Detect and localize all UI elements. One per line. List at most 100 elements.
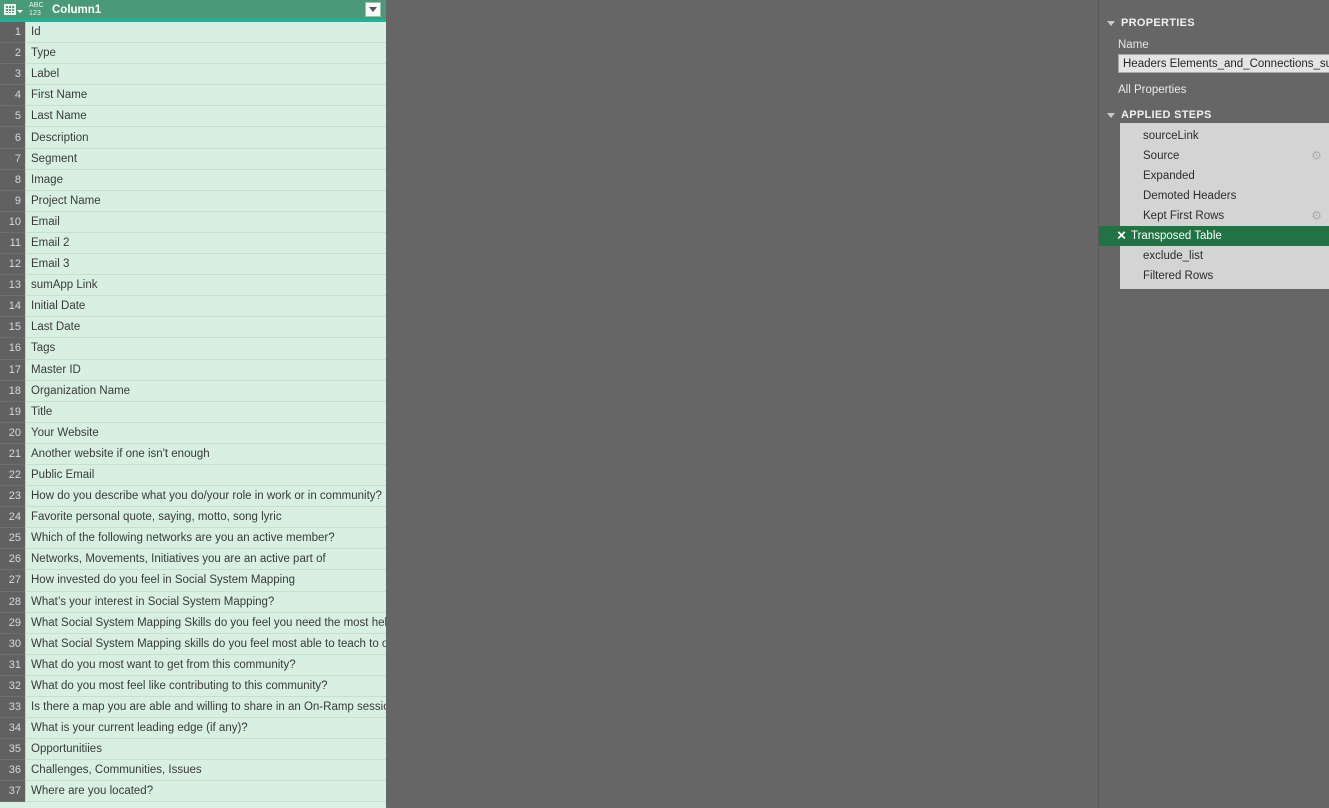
table-row[interactable]: 17 Master ID: [0, 359, 386, 381]
table-row[interactable]: 31 What do you most want to get from this…: [0, 654, 386, 676]
row-number[interactable]: 31: [0, 654, 25, 676]
row-number[interactable]: 28: [0, 591, 25, 613]
table-row[interactable]: 9 Project Name: [0, 190, 386, 212]
table-row[interactable]: 29 What Social System Mapping Skills do y…: [0, 612, 386, 634]
grid-cell[interactable]: How invested do you feel in Social Syste…: [25, 570, 386, 592]
table-row[interactable]: 24 Favorite personal quote, saying, motto…: [0, 507, 386, 529]
table-row[interactable]: 34 What is your current leading edge (if …: [0, 718, 386, 740]
row-number[interactable]: 33: [0, 697, 25, 719]
table-row[interactable]: 36 Challenges, Communities, Issues: [0, 760, 386, 782]
grid-cell[interactable]: Where are you located?: [25, 781, 386, 803]
table-row[interactable]: 14 Initial Date: [0, 296, 386, 318]
grid-cell[interactable]: What do you most feel like contributing …: [25, 675, 386, 697]
table-row[interactable]: 11 Email 2: [0, 232, 386, 255]
grid-cell[interactable]: Is there a map you are able and willing …: [25, 697, 386, 719]
row-number[interactable]: 14: [0, 296, 25, 318]
table-row[interactable]: 2 Type: [0, 43, 386, 65]
table-row[interactable]: 23 How do you describe what you do/your r…: [0, 486, 386, 508]
row-number[interactable]: 32: [0, 675, 25, 697]
row-number[interactable]: 3: [0, 64, 25, 86]
grid-cell[interactable]: Master ID: [25, 359, 386, 381]
grid-cell[interactable]: Last Name: [25, 106, 386, 128]
grid-cell[interactable]: Id: [25, 22, 386, 44]
grid-cell[interactable]: Tags: [25, 338, 386, 360]
grid-cell[interactable]: Email: [25, 211, 386, 233]
table-row[interactable]: 21 Another website if one isn't enough: [0, 443, 386, 465]
row-number[interactable]: 23: [0, 486, 25, 508]
row-number[interactable]: 16: [0, 338, 25, 360]
table-row[interactable]: 22 Public Email: [0, 464, 386, 487]
table-row[interactable]: 28 What’s your interest in Social System …: [0, 591, 386, 613]
grid-cell[interactable]: Networks, Movements, Initiatives you are…: [25, 549, 386, 571]
table-row[interactable]: 16 Tags: [0, 338, 386, 360]
row-number[interactable]: 7: [0, 148, 25, 170]
grid-cell[interactable]: Type: [25, 43, 386, 65]
grid-cell[interactable]: Email 2: [25, 232, 386, 255]
grid-cell[interactable]: What’s your interest in Social System Ma…: [25, 591, 386, 613]
applied-step-item[interactable]: sourceLink: [1120, 126, 1329, 146]
applied-step-item[interactable]: Filtered Rows: [1120, 266, 1329, 286]
grid-cell[interactable]: Email 3: [25, 254, 386, 276]
table-row[interactable]: 33 Is there a map you are able and willin…: [0, 697, 386, 719]
table-row[interactable]: 8 Image: [0, 169, 386, 191]
grid-cell[interactable]: How do you describe what you do/your rol…: [25, 486, 386, 508]
applied-step-item[interactable]: Kept First Rows ⚙: [1120, 206, 1329, 226]
row-number[interactable]: 1: [0, 22, 25, 44]
table-row[interactable]: 20 Your Website: [0, 422, 386, 444]
row-number[interactable]: 6: [0, 127, 25, 149]
row-number[interactable]: 18: [0, 380, 25, 402]
table-row[interactable]: 4 First Name: [0, 85, 386, 107]
x-delete-step-icon[interactable]: ✕: [1116, 230, 1127, 242]
table-row[interactable]: 25 Which of the following networks are yo…: [0, 528, 386, 550]
gear-settings-icon[interactable]: ⚙: [1311, 150, 1322, 162]
row-number[interactable]: 17: [0, 359, 25, 381]
grid-cell[interactable]: Image: [25, 169, 386, 191]
grid-cell[interactable]: Opportunitiies: [25, 739, 386, 761]
table-row[interactable]: 7 Segment: [0, 148, 386, 170]
row-number[interactable]: 29: [0, 612, 25, 634]
table-row[interactable]: 19 Title: [0, 401, 386, 423]
table-row[interactable]: 3 Label: [0, 64, 386, 86]
column-filter-button[interactable]: [365, 2, 381, 17]
all-properties-link[interactable]: All Properties: [1099, 80, 1329, 100]
row-number[interactable]: 27: [0, 570, 25, 592]
grid-cell[interactable]: Favorite personal quote, saying, motto, …: [25, 507, 386, 529]
table-row[interactable]: 32 What do you most feel like contributin…: [0, 675, 386, 697]
table-row[interactable]: 26 Networks, Movements, Initiatives you a…: [0, 549, 386, 571]
grid-cell[interactable]: Last Date: [25, 317, 386, 339]
applied-step-item[interactable]: Demoted Headers: [1120, 186, 1329, 206]
grid-cell[interactable]: Challenges, Communities, Issues: [25, 760, 386, 782]
table-row[interactable]: 12 Email 3: [0, 254, 386, 276]
row-number[interactable]: 19: [0, 401, 25, 423]
row-number[interactable]: 12: [0, 254, 25, 276]
grid-cell[interactable]: What do you most want to get from this c…: [25, 654, 386, 676]
query-name-input[interactable]: Headers Elements_and_Connections_sum: [1118, 54, 1329, 73]
row-number[interactable]: 9: [0, 190, 25, 212]
row-number[interactable]: 37: [0, 781, 25, 803]
grid-cell[interactable]: Label: [25, 64, 386, 86]
row-number[interactable]: 15: [0, 317, 25, 339]
row-number[interactable]: 21: [0, 443, 25, 465]
grid-cell[interactable]: Segment: [25, 148, 386, 170]
grid-cell[interactable]: Description: [25, 127, 386, 149]
row-number[interactable]: 25: [0, 528, 25, 550]
gear-settings-icon[interactable]: ⚙: [1311, 210, 1322, 222]
grid-cell[interactable]: Which of the following networks are you …: [25, 528, 386, 550]
row-number[interactable]: 36: [0, 760, 25, 782]
row-number[interactable]: 11: [0, 232, 25, 255]
table-row[interactable]: 1 Id: [0, 22, 386, 44]
applied-step-item[interactable]: Expanded: [1120, 166, 1329, 186]
row-number[interactable]: 34: [0, 718, 25, 740]
row-number[interactable]: 10: [0, 211, 25, 233]
grid-cell[interactable]: First Name: [25, 85, 386, 107]
applied-step-item[interactable]: Source ⚙: [1120, 146, 1329, 166]
grid-cell[interactable]: Your Website: [25, 422, 386, 444]
table-row[interactable]: 30 What Social System Mapping skills do y…: [0, 633, 386, 655]
row-number[interactable]: 22: [0, 464, 25, 487]
row-number[interactable]: 30: [0, 633, 25, 655]
table-row[interactable]: 37 Where are you located?: [0, 781, 386, 803]
row-number[interactable]: 2: [0, 43, 25, 65]
table-row[interactable]: 15 Last Date: [0, 317, 386, 339]
abc123-type-icon[interactable]: ABC 123: [26, 2, 50, 17]
grid-cell[interactable]: Public Email: [25, 464, 386, 487]
